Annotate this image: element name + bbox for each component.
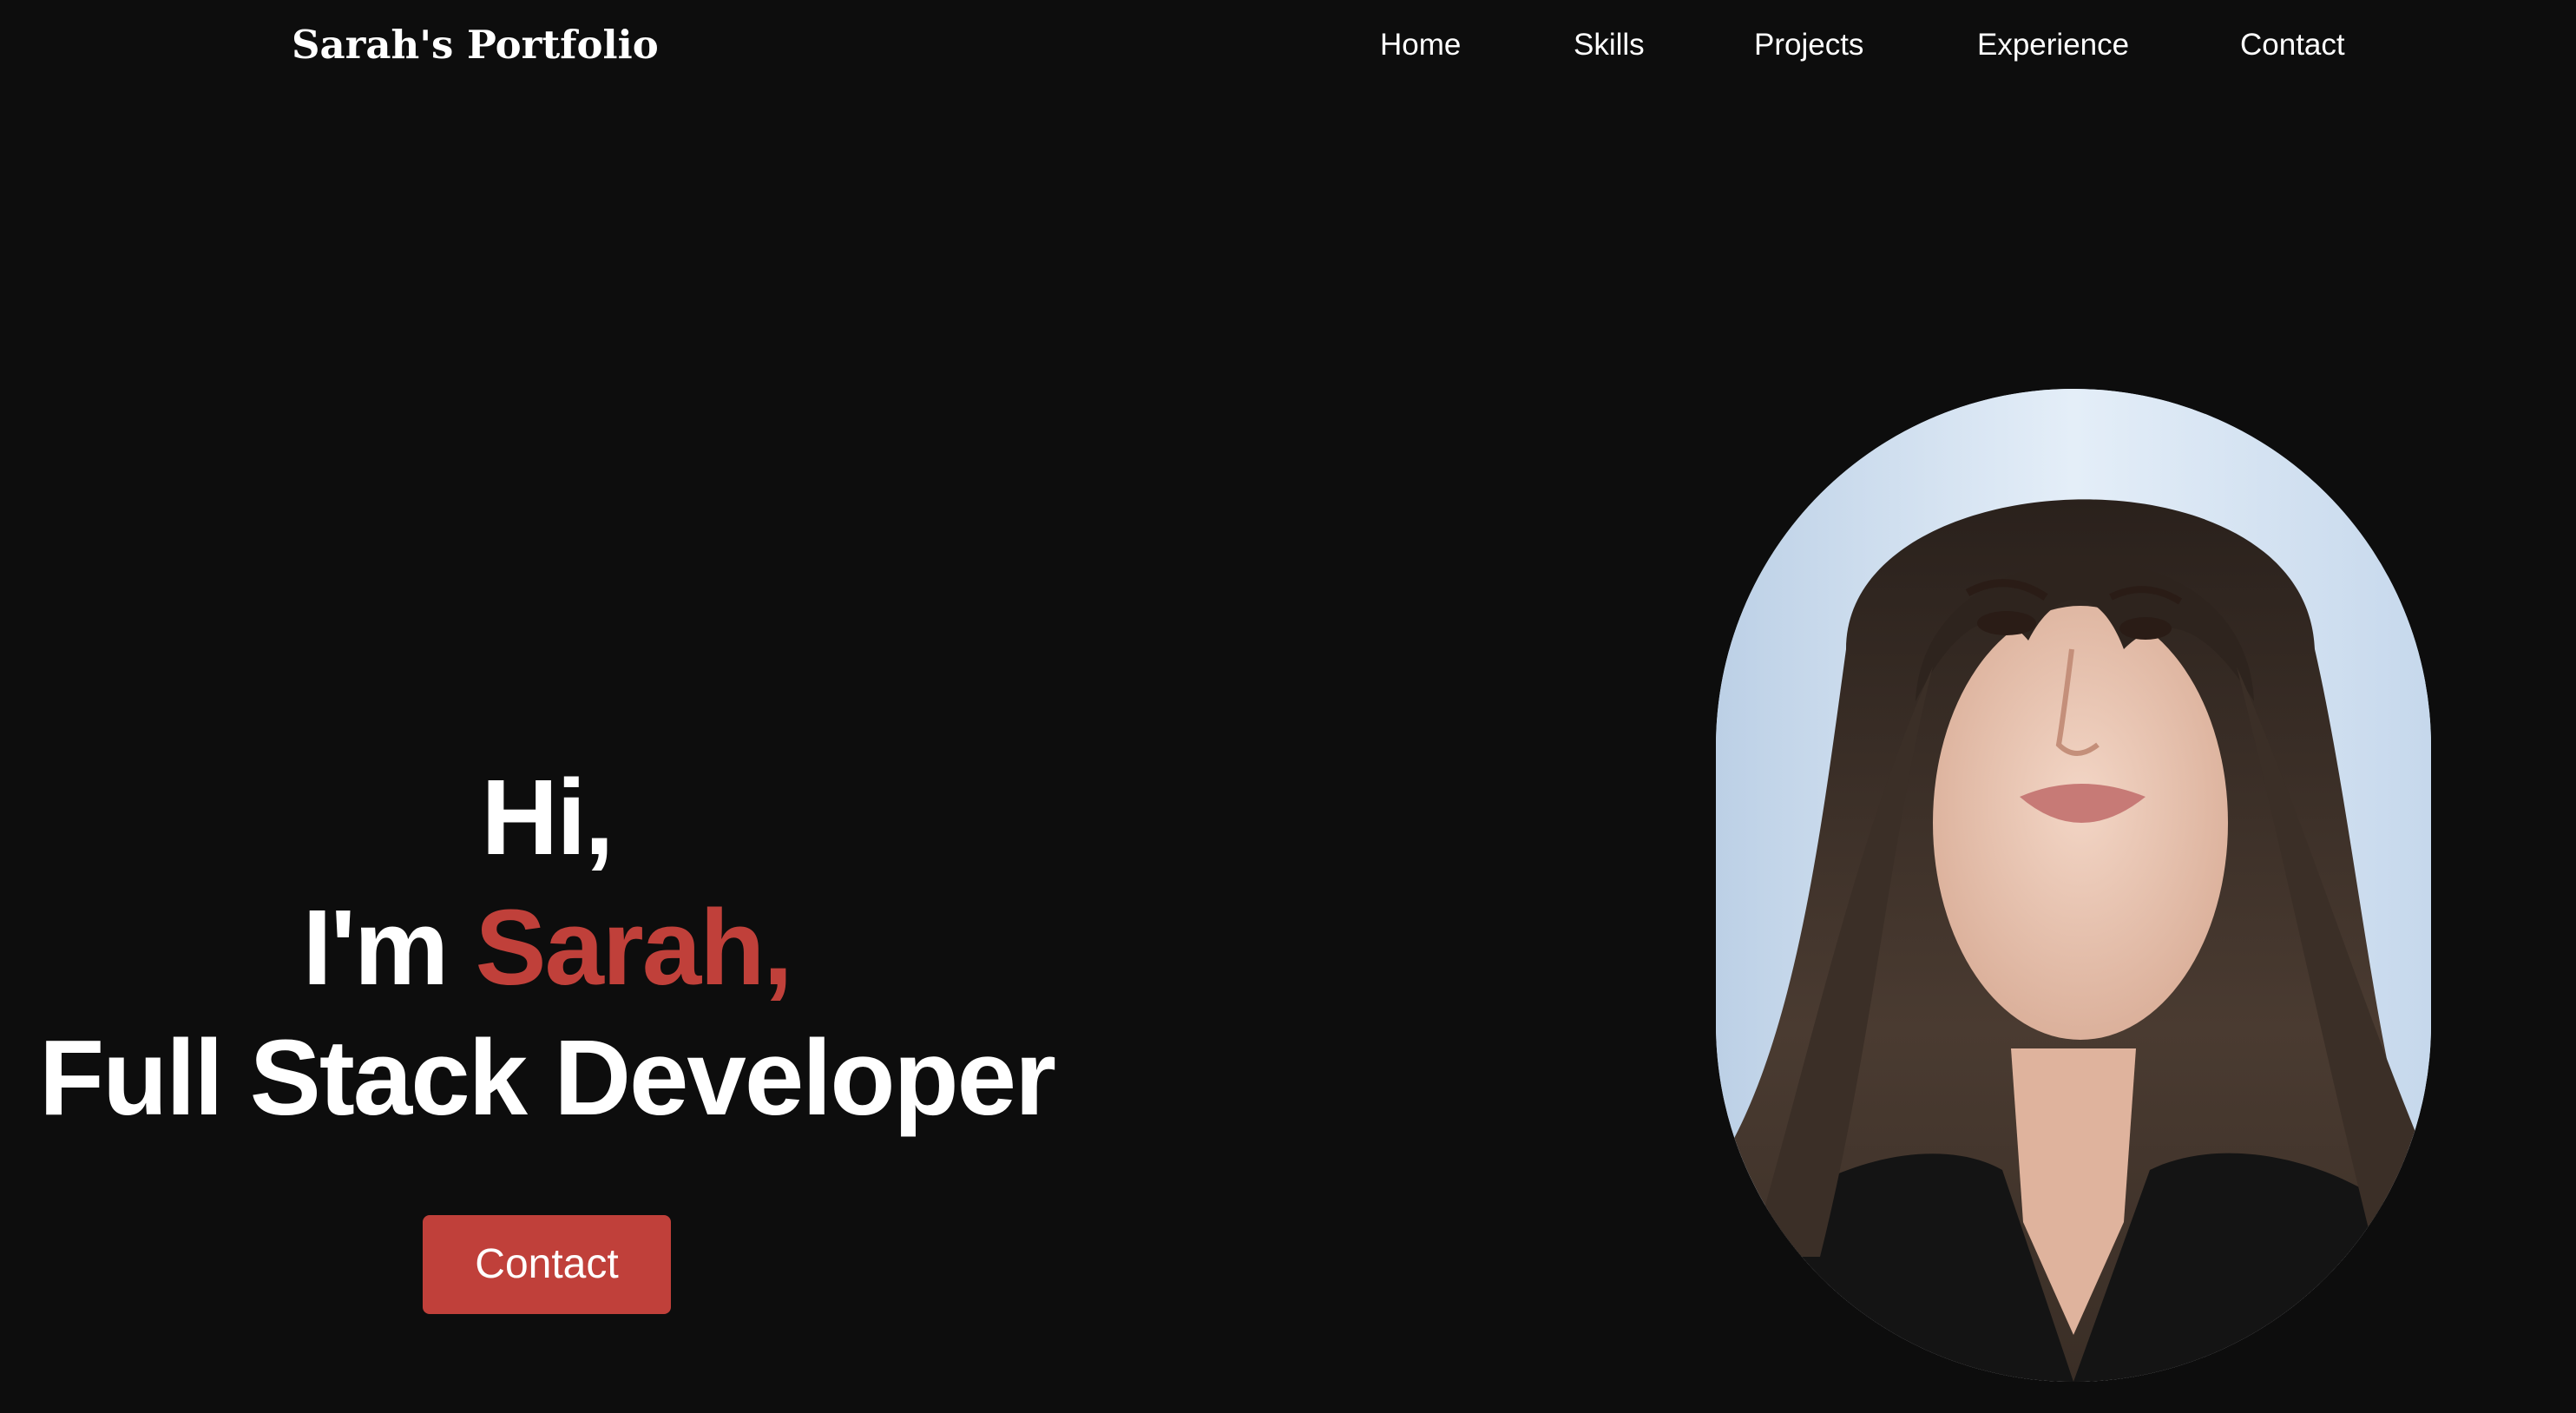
contact-button[interactable]: Contact bbox=[423, 1215, 671, 1314]
nav-item-experience[interactable]: Experience bbox=[1977, 17, 2129, 73]
profile-photo-illustration bbox=[1716, 389, 2431, 1382]
nav-item-projects[interactable]: Projects bbox=[1754, 17, 1863, 73]
hero-name: Sarah, bbox=[475, 889, 792, 1008]
nav-item-home[interactable]: Home bbox=[1380, 17, 1461, 73]
nav-item-contact[interactable]: Contact bbox=[2240, 17, 2345, 73]
hero-heading: Hi, I'm Sarah, Full Stack Developer bbox=[0, 753, 1094, 1144]
hero-intro-prefix: I'm bbox=[302, 889, 449, 1008]
hero-intro-line: I'm Sarah, bbox=[0, 884, 1094, 1014]
hero-role: Full Stack Developer bbox=[39, 1019, 1056, 1138]
hero-greeting: Hi, bbox=[481, 759, 614, 877]
nav-item-skills[interactable]: Skills bbox=[1574, 17, 1645, 73]
profile-photo bbox=[1716, 389, 2431, 1382]
main-nav: Home Skills Projects Experience Contact bbox=[0, 17, 2576, 73]
